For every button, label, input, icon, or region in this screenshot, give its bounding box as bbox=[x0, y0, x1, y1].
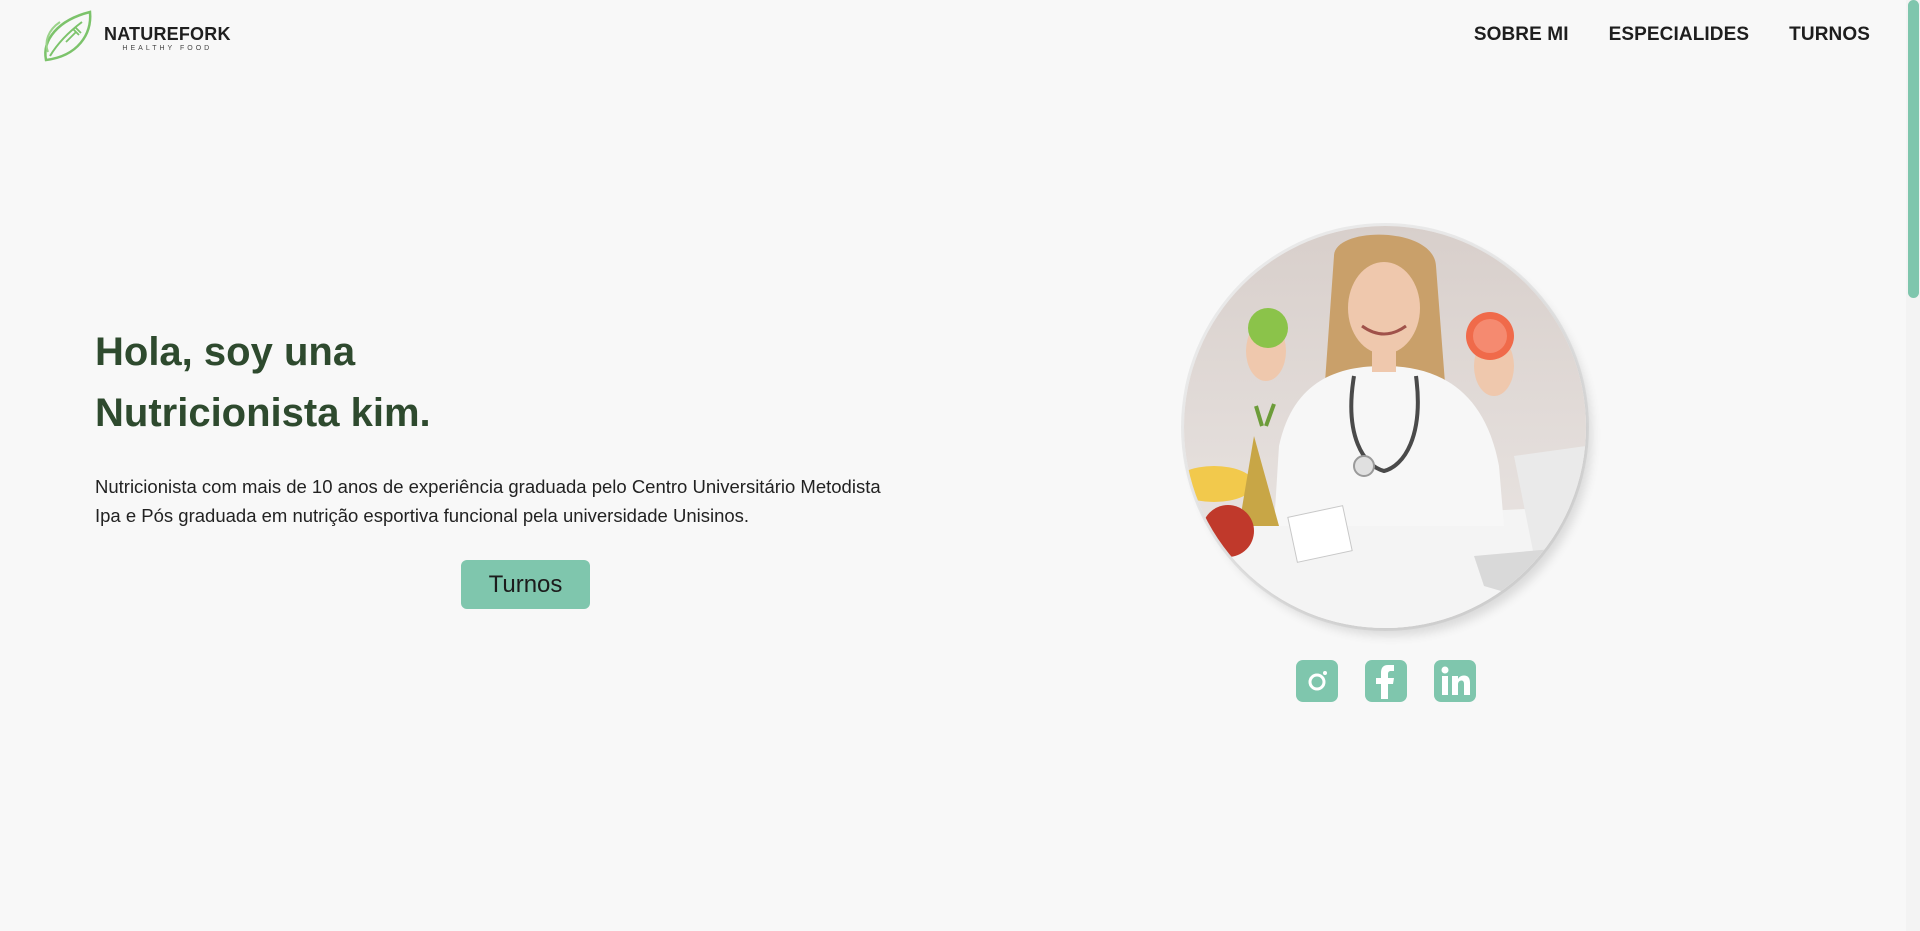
brand-tagline: HEALTHY FOOD bbox=[122, 44, 213, 52]
hero-title-line-2: Nutricionista kim. bbox=[95, 391, 431, 435]
nutritionist-photo bbox=[1184, 226, 1586, 628]
facebook-icon[interactable] bbox=[1365, 660, 1407, 702]
hero-description-line-1: Nutricionista com mais de 10 anos de exp… bbox=[95, 476, 881, 497]
scrollbar-thumb[interactable] bbox=[1908, 0, 1919, 298]
linkedin-icon[interactable] bbox=[1434, 660, 1476, 702]
turnos-button[interactable]: Turnos bbox=[461, 560, 590, 609]
hero-title: Hola, soy una Nutricionista kim. bbox=[95, 322, 715, 444]
nav-item-turnos[interactable]: TURNOS bbox=[1789, 24, 1870, 46]
leaf-logo-icon bbox=[44, 10, 92, 62]
brand-logo[interactable]: NATUREFORK HEALTHY FOOD bbox=[38, 6, 231, 68]
main-nav: SOBRE MI ESPECIALIDES TURNOS bbox=[1474, 24, 1870, 46]
nav-item-especialides[interactable]: ESPECIALIDES bbox=[1609, 24, 1750, 46]
page-scrollbar[interactable] bbox=[1906, 0, 1920, 931]
nav-item-sobre-mi[interactable]: SOBRE MI bbox=[1474, 24, 1569, 46]
hero-title-line-1: Hola, soy una bbox=[95, 330, 356, 374]
hero-description-line-2: Ipa e Pós graduada em nutrição esportiva… bbox=[95, 505, 750, 526]
social-links bbox=[1296, 660, 1476, 702]
instagram-icon[interactable] bbox=[1296, 660, 1338, 702]
nutritionist-illustration bbox=[1184, 226, 1586, 628]
site-header: NATUREFORK HEALTHY FOOD SOBRE MI ESPECIA… bbox=[0, 0, 1906, 78]
brand-name: NATUREFORK bbox=[104, 23, 231, 44]
hero-description: Nutricionista com mais de 10 anos de exp… bbox=[95, 472, 965, 530]
